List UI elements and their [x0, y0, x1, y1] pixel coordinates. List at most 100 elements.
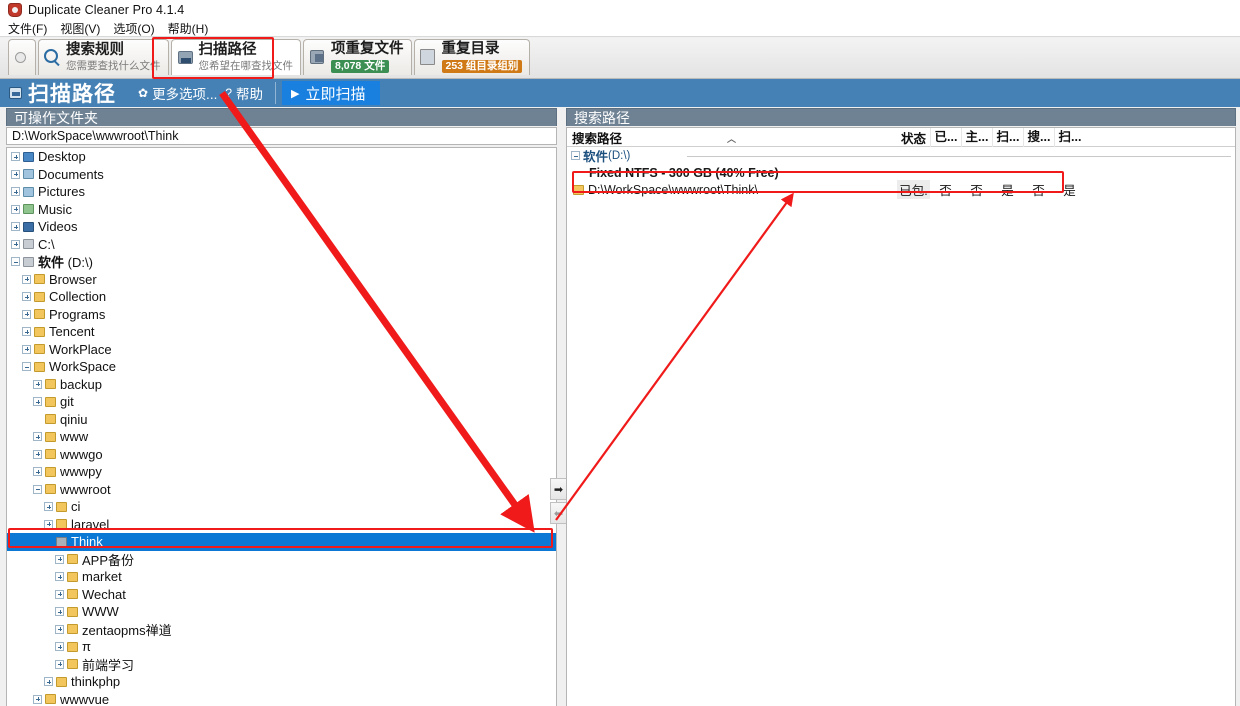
- tree-item[interactable]: thinkphp: [7, 673, 556, 691]
- tree-item[interactable]: Tencent: [7, 323, 556, 341]
- tree-item[interactable]: Collection: [7, 288, 556, 306]
- col-search-path[interactable]: 搜索路径 ︿: [567, 128, 897, 147]
- menu-view[interactable]: 视图(V): [59, 20, 101, 37]
- question-icon: ?: [225, 86, 233, 100]
- expand-icon[interactable]: [55, 554, 64, 564]
- tab-duplicate-folders[interactable]: 重复目录 253 组目录组别: [413, 39, 531, 75]
- search-path-flag: 否: [970, 184, 983, 198]
- expand-icon[interactable]: [22, 327, 31, 337]
- tree-item[interactable]: wwwgo: [7, 446, 556, 464]
- expand-icon[interactable]: [33, 694, 42, 704]
- expand-icon[interactable]: [55, 607, 64, 617]
- tree-item[interactable]: zentaopms禅道: [7, 621, 556, 639]
- expand-icon[interactable]: [44, 677, 53, 687]
- tree-item[interactable]: wwwpy: [7, 463, 556, 481]
- expand-icon[interactable]: [33, 432, 42, 442]
- tree-item[interactable]: π: [7, 638, 556, 656]
- tree-item[interactable]: ci: [7, 498, 556, 516]
- expand-icon[interactable]: [11, 239, 20, 249]
- tree-item[interactable]: backup: [7, 376, 556, 394]
- col-scan-sub[interactable]: 扫...: [992, 128, 1023, 147]
- expand-icon[interactable]: [55, 589, 64, 599]
- expand-icon[interactable]: [55, 624, 64, 634]
- expand-icon[interactable]: [44, 519, 53, 529]
- col-scan[interactable]: 扫...: [1054, 128, 1085, 147]
- tree-item[interactable]: Browser: [7, 271, 556, 289]
- tree-item[interactable]: www: [7, 428, 556, 446]
- add-path-button[interactable]: ➡: [550, 478, 567, 500]
- tree-item[interactable]: qiniu: [7, 411, 556, 429]
- tree-item[interactable]: git: [7, 393, 556, 411]
- collapse-icon[interactable]: [571, 151, 580, 160]
- tree-item[interactable]: wwwvue: [7, 691, 556, 706]
- menu-file[interactable]: 文件(F): [7, 20, 48, 37]
- tree-item[interactable]: C:\: [7, 236, 556, 254]
- search-paths-list[interactable]: 搜索路径 ︿ 状态 已... 主... 扫... 搜... 扫... 软件 (D…: [566, 127, 1236, 706]
- tree-item[interactable]: Videos: [7, 218, 556, 236]
- scan-now-button[interactable]: ▶ 立即扫描: [282, 81, 380, 105]
- expand-icon[interactable]: [44, 502, 53, 512]
- collapse-icon[interactable]: [33, 484, 42, 494]
- folder-icon: [56, 501, 67, 512]
- col-master[interactable]: 主...: [961, 128, 992, 147]
- col-search[interactable]: 搜...: [1023, 128, 1054, 147]
- folder-icon: [45, 484, 56, 495]
- folder-icon: [56, 536, 67, 547]
- collapse-icon[interactable]: [22, 362, 31, 372]
- expand-icon[interactable]: [11, 222, 20, 232]
- tree-item[interactable]: 前端学习: [7, 656, 556, 674]
- expand-icon[interactable]: [22, 292, 31, 302]
- more-options-button[interactable]: ✿ 更多选项...: [138, 83, 217, 103]
- tab-home[interactable]: [8, 39, 36, 75]
- expand-icon[interactable]: [33, 467, 42, 477]
- folder-tree[interactable]: Desktop Documents Pictures Music Videos C:\ 软件…: [6, 147, 557, 706]
- tree-item[interactable]: APP备份: [7, 551, 556, 569]
- remove-path-button[interactable]: ⬅: [550, 502, 567, 524]
- expand-icon[interactable]: [33, 397, 42, 407]
- expand-icon[interactable]: [11, 169, 20, 179]
- tree-item[interactable]: Pictures: [7, 183, 556, 201]
- tree-item[interactable]: WorkPlace: [7, 341, 556, 359]
- tree-item[interactable]: wwwroot: [7, 481, 556, 499]
- expand-icon[interactable]: [11, 204, 20, 214]
- drive-group-row[interactable]: 软件 (D:\): [567, 147, 1235, 164]
- menu-help[interactable]: 帮助(H): [167, 20, 210, 37]
- expand-icon[interactable]: [11, 152, 20, 162]
- play-icon: ▶: [291, 87, 300, 100]
- tree-item[interactable]: laravel: [7, 516, 556, 534]
- tree-item[interactable]: market: [7, 568, 556, 586]
- tree-item[interactable]: Desktop: [7, 148, 556, 166]
- collapse-icon[interactable]: [11, 257, 20, 267]
- expand-icon[interactable]: [55, 659, 64, 669]
- folder-icon: [34, 291, 45, 302]
- expand-icon[interactable]: [33, 379, 42, 389]
- expand-icon[interactable]: [55, 642, 64, 652]
- menu-options[interactable]: 选项(O): [112, 20, 155, 37]
- tab-scan-path[interactable]: 扫描路径 您希望在哪查找文件: [170, 39, 301, 75]
- col-status[interactable]: 状态: [897, 128, 930, 147]
- col-included[interactable]: 已...: [930, 128, 961, 147]
- expand-icon[interactable]: [55, 572, 64, 582]
- expand-icon[interactable]: [11, 187, 20, 197]
- tree-item[interactable]: Think: [7, 533, 556, 551]
- help-button[interactable]: ? 帮助: [225, 83, 263, 103]
- tree-item-label: Think: [71, 534, 103, 550]
- tree-item[interactable]: Wechat: [7, 586, 556, 604]
- expand-icon[interactable]: [33, 449, 42, 459]
- tab-duplicate-files[interactable]: 项重复文件 8,078 文件: [303, 39, 412, 75]
- tree-item[interactable]: 软件 (D:\): [7, 253, 556, 271]
- tree-item[interactable]: Music: [7, 201, 556, 219]
- tab-search-rules[interactable]: 搜索规则 您需要查找什么文件: [38, 39, 169, 75]
- tree-item[interactable]: Documents: [7, 166, 556, 184]
- arrow-left-icon: ⬅: [553, 507, 564, 520]
- scan-now-label: 立即扫描: [305, 85, 366, 103]
- expand-icon[interactable]: [22, 274, 31, 284]
- search-path-row[interactable]: D:\WorkSpace\wwwroot\Think\ 已包. 否 否 是 否 是: [567, 180, 1235, 199]
- expand-icon[interactable]: [22, 309, 31, 319]
- tree-item[interactable]: WorkSpace: [7, 358, 556, 376]
- available-folders-title: 可操作文件夹: [14, 109, 98, 126]
- tree-item[interactable]: WWW: [7, 603, 556, 621]
- tree-item[interactable]: Programs: [7, 306, 556, 324]
- expand-icon[interactable]: [22, 344, 31, 354]
- current-path-field[interactable]: D:\WorkSpace\wwwroot\Think: [6, 127, 557, 145]
